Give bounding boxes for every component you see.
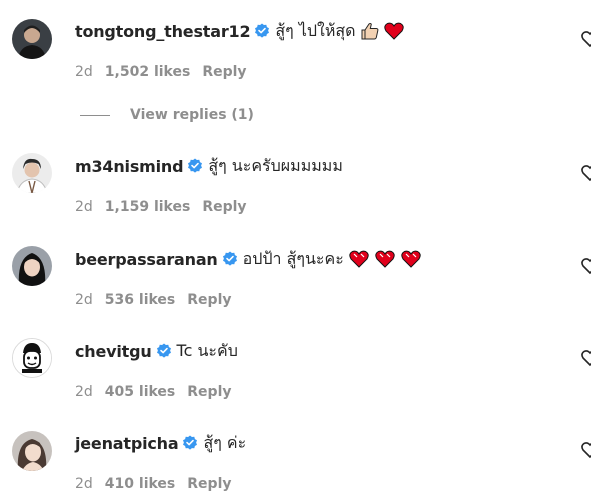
username[interactable]: beerpassaranan: [75, 250, 218, 269]
comment-text: สู้ๆ นะครับผมมมมม: [208, 155, 343, 175]
avatar[interactable]: [12, 338, 52, 378]
timestamp: 2d: [75, 476, 93, 492]
username[interactable]: tongtong_thestar12: [75, 22, 251, 41]
view-replies-label: View replies (1): [130, 107, 254, 123]
like-heart-icon[interactable]: [581, 349, 591, 367]
avatar[interactable]: [12, 153, 52, 193]
timestamp: 2d: [75, 384, 93, 400]
view-replies-button[interactable]: View replies (1): [80, 106, 254, 124]
comment-text: อปป้า สู้ๆนะคะ: [242, 248, 344, 268]
comment-text: Tc นะคับ: [176, 340, 238, 360]
reply-button[interactable]: Reply: [187, 292, 231, 308]
verified-badge-icon: [187, 158, 203, 174]
verified-badge-icon: [222, 251, 238, 267]
likes-count[interactable]: 410 likes: [105, 476, 175, 492]
avatar[interactable]: [12, 246, 52, 286]
likes-count[interactable]: 1,502 likes: [105, 64, 191, 80]
reply-button[interactable]: Reply: [202, 199, 246, 215]
timestamp: 2d: [75, 199, 93, 215]
timestamp: 2d: [75, 64, 93, 80]
like-heart-icon[interactable]: [581, 441, 591, 459]
like-heart-icon[interactable]: [581, 164, 591, 182]
reply-button[interactable]: Reply: [187, 476, 231, 492]
like-heart-icon[interactable]: [581, 30, 591, 48]
reply-button[interactable]: Reply: [202, 64, 246, 80]
username[interactable]: chevitgu: [75, 342, 152, 361]
likes-count[interactable]: 1,159 likes: [105, 199, 191, 215]
avatar[interactable]: [12, 431, 52, 471]
username[interactable]: m34nismind: [75, 157, 184, 176]
verified-badge-icon: [156, 343, 172, 359]
red-heart-icon: [383, 22, 404, 40]
likes-count[interactable]: 405 likes: [105, 384, 175, 400]
username[interactable]: jeenatpicha: [75, 434, 179, 453]
heart-icon: [374, 250, 396, 268]
heart-icon: [400, 250, 422, 268]
like-heart-icon[interactable]: [581, 257, 591, 275]
heart-icon: [348, 250, 370, 268]
reply-button[interactable]: Reply: [187, 384, 231, 400]
comment-text: สู้ๆ ค่ะ: [203, 432, 247, 452]
comment-text: สู้ๆ ไปให้สุด: [275, 20, 356, 40]
avatar[interactable]: [12, 19, 52, 59]
likes-count[interactable]: 536 likes: [105, 292, 175, 308]
verified-badge-icon: [182, 435, 198, 451]
verified-badge-icon: [254, 23, 270, 39]
timestamp: 2d: [75, 292, 93, 308]
thumbs-up-icon: [360, 22, 380, 40]
view-replies-divider: [80, 114, 110, 116]
